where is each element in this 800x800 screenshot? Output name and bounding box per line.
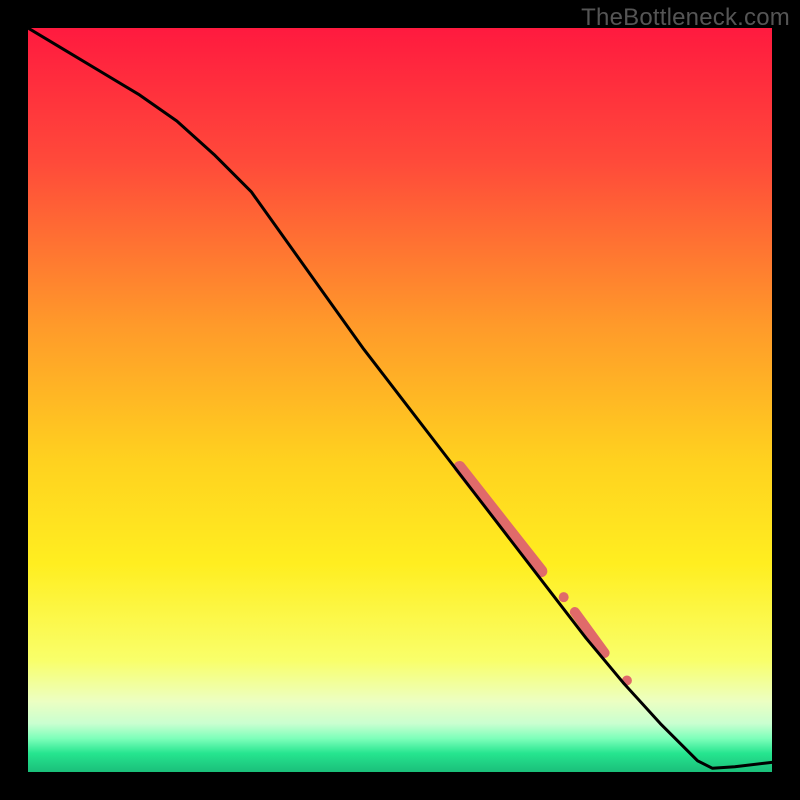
highlight-dot-a xyxy=(559,592,569,602)
chart-frame: TheBottleneck.com xyxy=(0,0,800,800)
chart-svg xyxy=(28,28,772,772)
gradient-background xyxy=(28,28,772,772)
plot-area xyxy=(28,28,772,772)
